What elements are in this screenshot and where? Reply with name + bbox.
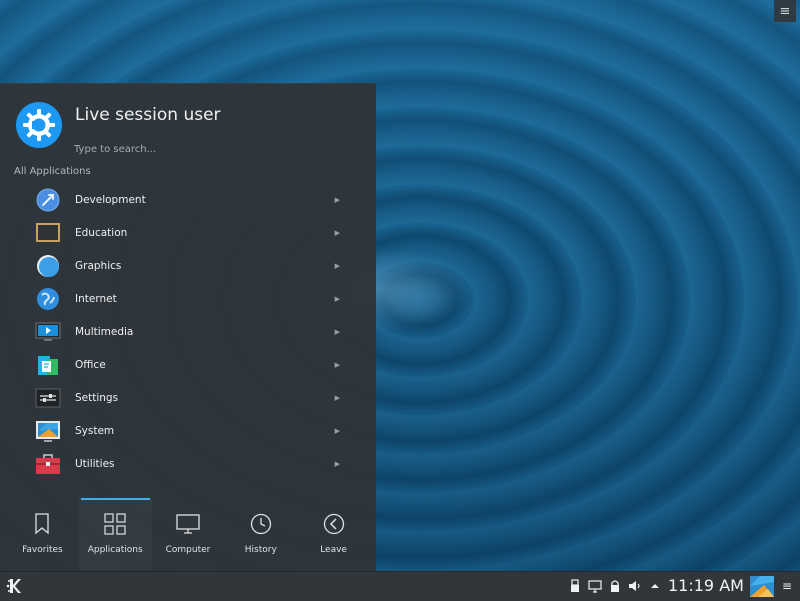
category-multimedia[interactable]: Multimedia ▶ bbox=[30, 316, 350, 349]
digital-clock[interactable]: 11:19 AM bbox=[668, 576, 744, 595]
tab-favorites[interactable]: Favorites bbox=[6, 498, 79, 570]
usb-device-icon[interactable] bbox=[568, 578, 582, 594]
chevron-right-icon: ▶ bbox=[334, 262, 340, 271]
chevron-right-icon: ▶ bbox=[334, 426, 340, 435]
category-internet[interactable]: Internet ▶ bbox=[30, 283, 350, 316]
tab-label: Computer bbox=[165, 545, 211, 555]
chevron-right-icon: ▶ bbox=[334, 459, 340, 468]
tab-applications[interactable]: Applications bbox=[79, 498, 152, 570]
category-office[interactable]: Office ▶ bbox=[30, 348, 350, 381]
internet-icon bbox=[35, 286, 61, 312]
chevron-right-icon: ▶ bbox=[334, 393, 340, 402]
development-icon bbox=[35, 187, 61, 213]
utilities-icon bbox=[35, 451, 61, 477]
kde-launcher-button[interactable] bbox=[4, 575, 26, 597]
category-list: Development ▶ Education ▶ Graphics ▶ Int… bbox=[30, 184, 350, 480]
user-avatar[interactable] bbox=[16, 102, 62, 148]
category-label: Office bbox=[75, 358, 106, 371]
category-education[interactable]: Education ▶ bbox=[30, 217, 350, 250]
tab-label: Applications bbox=[87, 545, 143, 555]
volume-icon[interactable] bbox=[628, 578, 642, 594]
category-label: Utilities bbox=[75, 457, 115, 470]
kde-logo-icon bbox=[6, 579, 21, 593]
settings-icon bbox=[35, 385, 61, 411]
tab-computer[interactable]: Computer bbox=[152, 498, 225, 570]
system-icon bbox=[35, 418, 61, 444]
chevron-right-icon: ▶ bbox=[334, 295, 340, 304]
chevron-right-icon: ▶ bbox=[334, 229, 340, 238]
launcher-tab-bar: Favorites Applications Computer History … bbox=[6, 498, 370, 570]
category-system[interactable]: System ▶ bbox=[30, 414, 350, 447]
chevron-right-icon: ▶ bbox=[334, 196, 340, 205]
category-label: System bbox=[75, 424, 115, 437]
panel-options-menu-icon[interactable]: ≡ bbox=[780, 578, 794, 594]
tab-label: Leave bbox=[320, 545, 347, 555]
application-launcher: Live session user All Applications Devel… bbox=[0, 83, 376, 572]
category-label: Education bbox=[75, 227, 128, 240]
graphics-icon bbox=[35, 253, 61, 279]
back-arrow-icon bbox=[322, 512, 346, 536]
tab-label: Favorites bbox=[22, 545, 63, 555]
section-label: All Applications bbox=[14, 166, 91, 177]
category-label: Internet bbox=[75, 293, 117, 306]
education-icon bbox=[35, 220, 61, 246]
category-label: Graphics bbox=[75, 260, 122, 273]
category-label: Multimedia bbox=[75, 326, 134, 338]
network-wired-icon[interactable] bbox=[588, 578, 602, 594]
tab-leave[interactable]: Leave bbox=[297, 498, 370, 570]
user-name: Live session user bbox=[75, 105, 221, 125]
gear-logo-icon bbox=[23, 109, 55, 141]
category-label: Settings bbox=[75, 391, 119, 404]
multimedia-icon bbox=[35, 319, 61, 345]
desktop-toolbox-menu-icon[interactable]: ≡ bbox=[774, 0, 796, 22]
clock-icon bbox=[249, 512, 273, 536]
chevron-right-icon: ▶ bbox=[334, 328, 340, 336]
monitor-icon bbox=[176, 512, 200, 536]
category-development[interactable]: Development ▶ bbox=[30, 184, 350, 217]
category-utilities[interactable]: Utilities ▶ bbox=[30, 447, 350, 480]
tab-label: History bbox=[244, 545, 277, 555]
category-settings[interactable]: Settings ▶ bbox=[30, 381, 350, 414]
grid-icon bbox=[103, 512, 127, 536]
bookmark-icon bbox=[30, 512, 54, 536]
search-input[interactable] bbox=[72, 138, 356, 160]
show-desktop-icon[interactable] bbox=[750, 576, 774, 597]
office-icon bbox=[35, 352, 61, 378]
category-label: Development bbox=[75, 194, 146, 207]
tray-expand-arrow-icon[interactable] bbox=[648, 578, 662, 594]
taskbar-panel: 11:19 AM ≡ bbox=[0, 571, 800, 601]
lock-icon[interactable] bbox=[608, 578, 622, 594]
chevron-right-icon: ▶ bbox=[334, 360, 340, 369]
category-graphics[interactable]: Graphics ▶ bbox=[30, 250, 350, 283]
tab-history[interactable]: History bbox=[224, 498, 297, 570]
